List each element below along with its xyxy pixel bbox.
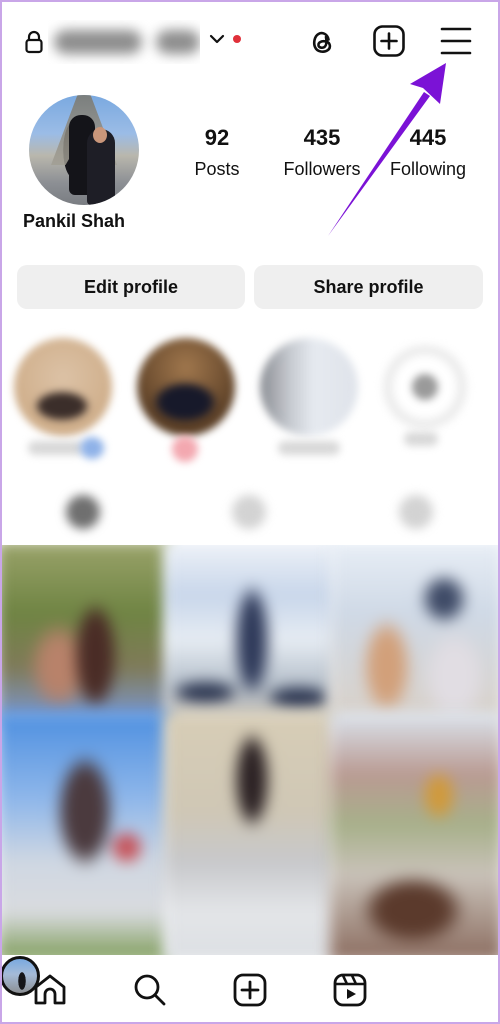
lock-icon bbox=[25, 30, 43, 54]
highlight-emoji bbox=[172, 436, 198, 462]
stat-followers[interactable]: 435 Followers bbox=[278, 124, 366, 182]
post-thumbnail[interactable] bbox=[329, 545, 500, 721]
tab-reels[interactable] bbox=[232, 495, 266, 529]
username-redacted[interactable] bbox=[48, 20, 200, 64]
new-post-button[interactable] bbox=[372, 24, 406, 58]
top-bar bbox=[0, 0, 500, 84]
edit-profile-button[interactable]: Edit profile bbox=[17, 265, 245, 309]
profile-avatar[interactable] bbox=[29, 95, 139, 205]
bottom-navigation bbox=[0, 956, 500, 1024]
new-highlight-button[interactable] bbox=[376, 338, 474, 436]
posts-label: Posts bbox=[194, 159, 240, 179]
search-icon[interactable] bbox=[132, 972, 168, 1008]
posts-count: 92 bbox=[204, 125, 230, 150]
notification-dot bbox=[233, 35, 241, 43]
tab-tagged[interactable] bbox=[399, 495, 433, 529]
highlight-label bbox=[28, 441, 84, 455]
post-thumbnail[interactable] bbox=[0, 545, 171, 721]
chevron-down-icon[interactable] bbox=[208, 31, 226, 47]
share-profile-button[interactable]: Share profile bbox=[254, 265, 483, 309]
post-thumbnail[interactable] bbox=[0, 712, 171, 955]
highlight-label bbox=[404, 432, 438, 446]
highlight-label bbox=[278, 441, 340, 455]
followers-count: 435 bbox=[303, 125, 341, 150]
highlight-emoji bbox=[80, 437, 104, 459]
stat-following[interactable]: 445 Following bbox=[383, 124, 473, 182]
threads-icon[interactable] bbox=[305, 24, 339, 58]
stat-posts[interactable]: 92 Posts bbox=[186, 124, 248, 182]
tab-posts-grid[interactable] bbox=[66, 495, 100, 529]
post-thumbnail[interactable] bbox=[329, 712, 500, 955]
home-icon[interactable] bbox=[32, 972, 68, 1008]
post-thumbnail[interactable] bbox=[163, 545, 337, 721]
following-label: Following bbox=[389, 159, 467, 179]
create-post-icon[interactable] bbox=[232, 972, 268, 1008]
display-name: Pankil Shah bbox=[23, 211, 126, 231]
following-count: 445 bbox=[409, 125, 447, 150]
story-highlight[interactable] bbox=[14, 338, 112, 436]
story-highlight[interactable] bbox=[137, 338, 235, 436]
posts-grid bbox=[0, 545, 500, 955]
story-highlight[interactable] bbox=[260, 338, 358, 436]
post-thumbnail[interactable] bbox=[163, 712, 337, 955]
hamburger-menu-icon[interactable] bbox=[439, 24, 473, 58]
followers-label: Followers bbox=[283, 159, 361, 179]
reels-icon[interactable] bbox=[332, 972, 368, 1008]
